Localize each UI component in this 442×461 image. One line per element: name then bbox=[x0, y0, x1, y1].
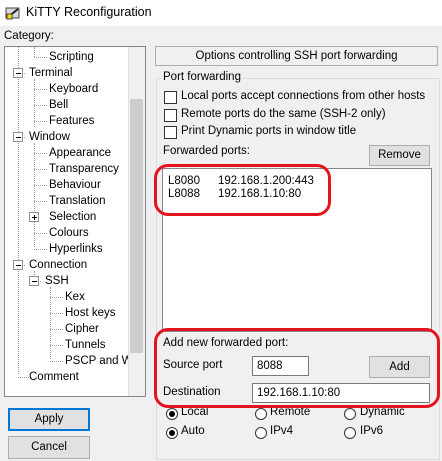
forwarded-ports-highlight bbox=[154, 164, 331, 216]
apply-button[interactable]: Apply bbox=[8, 408, 90, 431]
remote-ports-checkbox[interactable] bbox=[164, 109, 177, 122]
auto-radio[interactable] bbox=[166, 427, 178, 439]
tree-item-scripting[interactable]: Scripting bbox=[49, 49, 94, 65]
tree-item-pscp[interactable]: PSCP and W bbox=[65, 353, 133, 369]
ipv4-radio[interactable] bbox=[255, 427, 267, 439]
tree-item-terminal[interactable]: Terminal bbox=[29, 65, 72, 81]
tree-item-tunnels[interactable]: Tunnels bbox=[65, 337, 106, 353]
title-bar: KiTTY Reconfiguration bbox=[0, 0, 442, 26]
window-title: KiTTY Reconfiguration bbox=[26, 5, 152, 19]
tree-item-comment[interactable]: Comment bbox=[29, 369, 79, 385]
selection-expand-icon[interactable] bbox=[29, 212, 39, 222]
tree-item-colours[interactable]: Colours bbox=[49, 225, 89, 241]
cancel-button[interactable]: Cancel bbox=[8, 436, 90, 459]
ipv6-radio-label: IPv6 bbox=[360, 425, 384, 437]
tree-item-features[interactable]: Features bbox=[49, 113, 94, 129]
category-tree[interactable]: Scripting Terminal Keyboard Bell Feature… bbox=[4, 46, 146, 397]
tree-item-bell[interactable]: Bell bbox=[49, 97, 68, 113]
remove-button-label: Remove bbox=[378, 149, 421, 161]
tree-item-hyperlinks[interactable]: Hyperlinks bbox=[49, 241, 103, 257]
tree-item-behaviour[interactable]: Behaviour bbox=[49, 177, 101, 193]
connection-collapse-icon[interactable] bbox=[13, 260, 23, 270]
tree-item-cipher[interactable]: Cipher bbox=[65, 321, 99, 337]
print-dynamic-ports-checkbox[interactable] bbox=[164, 126, 177, 139]
auto-radio-label: Auto bbox=[181, 425, 205, 437]
tree-item-ssh[interactable]: SSH bbox=[45, 273, 69, 289]
remove-button[interactable]: Remove bbox=[369, 145, 430, 166]
tree-item-host-keys[interactable]: Host keys bbox=[65, 305, 116, 321]
tree-item-window[interactable]: Window bbox=[29, 129, 70, 145]
tree-item-kex[interactable]: Kex bbox=[65, 289, 85, 305]
ipv6-radio[interactable] bbox=[344, 427, 356, 439]
tree-item-connection[interactable]: Connection bbox=[29, 257, 87, 273]
forwarded-ports-label: Forwarded ports: bbox=[163, 145, 250, 157]
remote-ports-label: Remote ports do the same (SSH-2 only) bbox=[181, 108, 386, 120]
tree-item-transparency[interactable]: Transparency bbox=[49, 161, 119, 177]
add-port-highlight bbox=[154, 328, 440, 408]
port-forwarding-label: Port forwarding bbox=[161, 71, 243, 83]
kitty-app-icon bbox=[5, 7, 20, 20]
remote-radio[interactable] bbox=[255, 408, 267, 420]
category-label: Category: bbox=[4, 30, 54, 42]
options-header: Options controlling SSH port forwarding bbox=[155, 46, 438, 66]
local-ports-accept-label: Local ports accept connections from othe… bbox=[181, 90, 426, 102]
terminal-collapse-icon[interactable] bbox=[13, 68, 23, 78]
local-ports-accept-checkbox[interactable] bbox=[164, 91, 177, 104]
tree-item-keyboard[interactable]: Keyboard bbox=[49, 81, 98, 97]
dynamic-radio[interactable] bbox=[344, 408, 356, 420]
tree-scrollbar[interactable] bbox=[128, 47, 145, 396]
tree-item-selection[interactable]: Selection bbox=[49, 209, 96, 225]
tree-item-translation[interactable]: Translation bbox=[49, 193, 105, 209]
local-radio[interactable] bbox=[166, 408, 178, 420]
tree-item-appearance[interactable]: Appearance bbox=[49, 145, 111, 161]
ipv4-radio-label: IPv4 bbox=[270, 425, 294, 437]
ssh-collapse-icon[interactable] bbox=[29, 276, 39, 286]
print-dynamic-ports-label: Print Dynamic ports in window title bbox=[181, 125, 357, 137]
tree-scrollbar-thumb[interactable] bbox=[130, 99, 143, 353]
window-collapse-icon[interactable] bbox=[13, 132, 23, 142]
